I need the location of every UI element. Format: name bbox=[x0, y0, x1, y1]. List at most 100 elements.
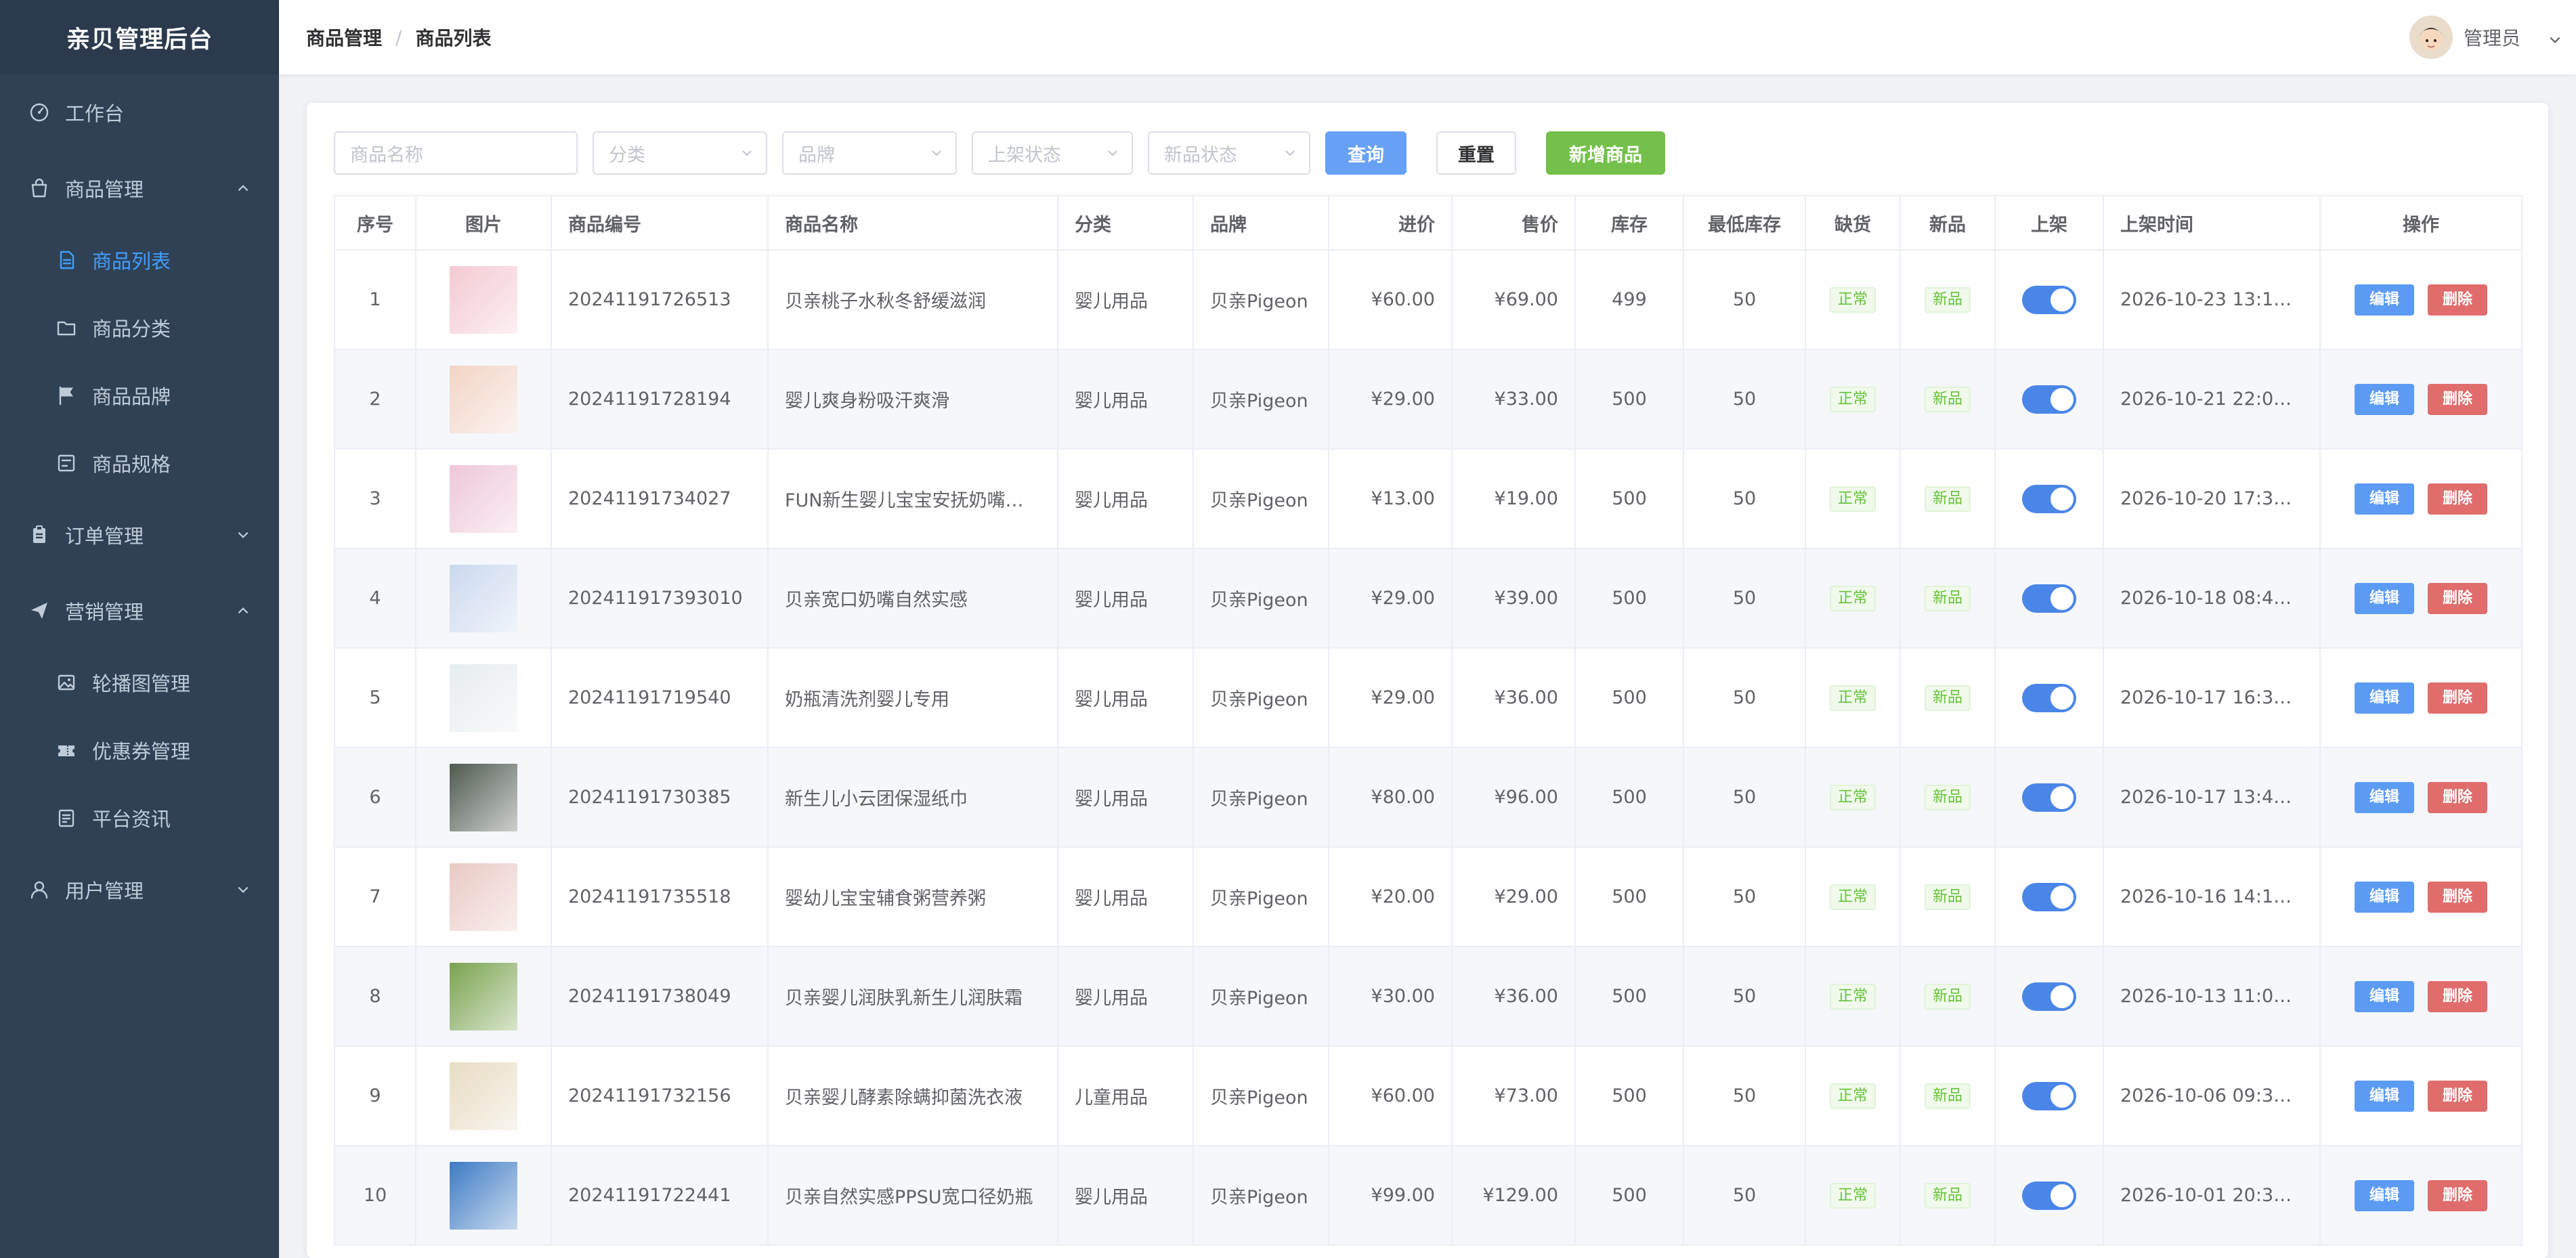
delete-button[interactable]: 删除 bbox=[2428, 1080, 2488, 1112]
sidebar-item-10[interactable]: 平台资讯 bbox=[0, 784, 279, 852]
cell-name: 婴儿爽身粉吸汗爽滑 bbox=[767, 349, 1058, 450]
cell-name: 奶瓶清洗剂婴儿专用 bbox=[767, 647, 1058, 748]
cell-shelf bbox=[1994, 249, 2104, 350]
cell-new: 新品 bbox=[1899, 946, 1996, 1047]
product-name-input[interactable]: 商品名称 bbox=[334, 131, 578, 175]
breadcrumb-item-product-management[interactable]: 商品管理 bbox=[306, 24, 382, 51]
delete-button[interactable]: 删除 bbox=[2428, 582, 2488, 614]
product-thumbnail[interactable] bbox=[450, 265, 517, 334]
sidebar-item-0[interactable]: 工作台 bbox=[0, 74, 279, 150]
status-badge: 正常 bbox=[1829, 386, 1876, 412]
sidebar-item-5[interactable]: 商品规格 bbox=[0, 429, 279, 497]
avatar[interactable] bbox=[2409, 16, 2453, 59]
on-shelf-toggle[interactable] bbox=[2022, 385, 2076, 414]
sidebar-item-11[interactable]: 用户管理 bbox=[0, 852, 279, 928]
cell-no: 7 bbox=[334, 846, 416, 947]
edit-button[interactable]: 编辑 bbox=[2354, 1179, 2414, 1211]
product-thumbnail[interactable] bbox=[450, 365, 517, 433]
chevron-down-icon[interactable] bbox=[2548, 30, 2562, 45]
toggle-knob bbox=[2051, 1184, 2074, 1207]
cell-category: 婴儿用品 bbox=[1057, 349, 1194, 450]
cell-new: 新品 bbox=[1899, 846, 1996, 947]
category-select[interactable]: 分类 bbox=[593, 131, 767, 175]
cell-stock: 500 bbox=[1574, 448, 1684, 549]
toggle-knob bbox=[2051, 885, 2074, 909]
on-shelf-toggle[interactable] bbox=[2022, 584, 2076, 613]
product-thumbnail[interactable] bbox=[450, 962, 517, 1031]
cell-actions: 编辑 删除 bbox=[2319, 1145, 2523, 1246]
edit-button[interactable]: 编辑 bbox=[2354, 284, 2414, 316]
brand-select-placeholder: 品牌 bbox=[798, 144, 835, 166]
on-shelf-toggle[interactable] bbox=[2022, 982, 2076, 1011]
reset-button[interactable]: 重置 bbox=[1436, 131, 1516, 175]
cell-new: 新品 bbox=[1899, 548, 1996, 649]
edit-button[interactable]: 编辑 bbox=[2354, 682, 2414, 714]
on-shelf-toggle[interactable] bbox=[2022, 1181, 2076, 1210]
cell-shelf bbox=[1994, 1045, 2104, 1146]
sidebar-item-6[interactable]: 订单管理 bbox=[0, 497, 279, 573]
delete-button[interactable]: 删除 bbox=[2428, 383, 2488, 415]
product-thumbnail[interactable] bbox=[450, 1161, 517, 1230]
edit-button[interactable]: 编辑 bbox=[2354, 483, 2414, 515]
product-thumbnail[interactable] bbox=[450, 464, 517, 533]
cell-shelf bbox=[1994, 846, 2104, 947]
on-shelf-toggle[interactable] bbox=[2022, 882, 2076, 911]
on-shelf-toggle[interactable] bbox=[2022, 1081, 2076, 1110]
cell-cost: ¥29.00 bbox=[1328, 647, 1453, 748]
sidebar-item-2[interactable]: 商品列表 bbox=[0, 226, 279, 294]
shelf-status-select[interactable]: 上架状态 bbox=[972, 131, 1133, 175]
delete-button[interactable]: 删除 bbox=[2428, 1179, 2488, 1211]
edit-button[interactable]: 编辑 bbox=[2354, 781, 2414, 813]
product-thumbnail[interactable] bbox=[450, 664, 517, 732]
toggle-knob bbox=[2051, 1084, 2074, 1108]
cell-price: ¥33.00 bbox=[1451, 349, 1576, 450]
product-thumbnail[interactable] bbox=[450, 564, 517, 632]
on-shelf-toggle[interactable] bbox=[2022, 285, 2076, 314]
chevron-up-icon bbox=[236, 603, 251, 618]
query-button[interactable]: 查询 bbox=[1325, 131, 1407, 175]
on-shelf-toggle[interactable] bbox=[2022, 783, 2076, 812]
sidebar-item-label: 商品列表 bbox=[92, 250, 171, 273]
brand-select[interactable]: 品牌 bbox=[782, 131, 957, 175]
on-shelf-toggle[interactable] bbox=[2022, 683, 2076, 712]
user-name[interactable]: 管理员 bbox=[2464, 24, 2520, 51]
cell-category: 婴儿用品 bbox=[1057, 846, 1194, 947]
sidebar-item-7[interactable]: 营销管理 bbox=[0, 573, 279, 649]
product-thumbnail[interactable] bbox=[450, 763, 517, 831]
add-product-button[interactable]: 新增商品 bbox=[1546, 131, 1665, 175]
status-badge: 正常 bbox=[1829, 784, 1876, 810]
delete-button[interactable]: 删除 bbox=[2428, 284, 2488, 316]
edit-button[interactable]: 编辑 bbox=[2354, 383, 2414, 415]
column-header: 上架 bbox=[1994, 195, 2104, 251]
sidebar-item-4[interactable]: 商品品牌 bbox=[0, 362, 279, 429]
cell-stock: 499 bbox=[1574, 249, 1684, 350]
document-icon bbox=[56, 249, 77, 271]
delete-button[interactable]: 删除 bbox=[2428, 881, 2488, 913]
category-select-placeholder: 分类 bbox=[609, 144, 645, 166]
edit-button[interactable]: 编辑 bbox=[2354, 881, 2414, 913]
delete-button[interactable]: 删除 bbox=[2428, 483, 2488, 515]
user-menu[interactable]: 管理员 bbox=[2409, 0, 2562, 74]
cell-code: 20241191732156 bbox=[551, 1045, 769, 1146]
delete-button[interactable]: 删除 bbox=[2428, 781, 2488, 813]
column-header: 上架时间 bbox=[2103, 195, 2321, 251]
cell-brand: 贝亲Pigeon bbox=[1193, 846, 1329, 947]
chevron-down-icon bbox=[1283, 146, 1297, 160]
sidebar-item-8[interactable]: 轮播图管理 bbox=[0, 649, 279, 716]
toggle-knob bbox=[2051, 686, 2074, 710]
edit-button[interactable]: 编辑 bbox=[2354, 1080, 2414, 1112]
new-status-select[interactable]: 新品状态 bbox=[1148, 131, 1310, 175]
column-header: 分类 bbox=[1057, 195, 1194, 251]
sidebar-item-1[interactable]: 商品管理 bbox=[0, 150, 279, 226]
sidebar-item-9[interactable]: 优惠券管理 bbox=[0, 716, 279, 784]
on-shelf-toggle[interactable] bbox=[2022, 484, 2076, 513]
edit-button[interactable]: 编辑 bbox=[2354, 582, 2414, 614]
sidebar-item-3[interactable]: 商品分类 bbox=[0, 294, 279, 362]
delete-button[interactable]: 删除 bbox=[2428, 682, 2488, 714]
product-thumbnail[interactable] bbox=[450, 863, 517, 931]
delete-button[interactable]: 删除 bbox=[2428, 980, 2488, 1012]
cell-new: 新品 bbox=[1899, 747, 1996, 848]
edit-button[interactable]: 编辑 bbox=[2354, 980, 2414, 1012]
dashboard-icon bbox=[28, 102, 50, 123]
product-thumbnail[interactable] bbox=[450, 1062, 517, 1130]
